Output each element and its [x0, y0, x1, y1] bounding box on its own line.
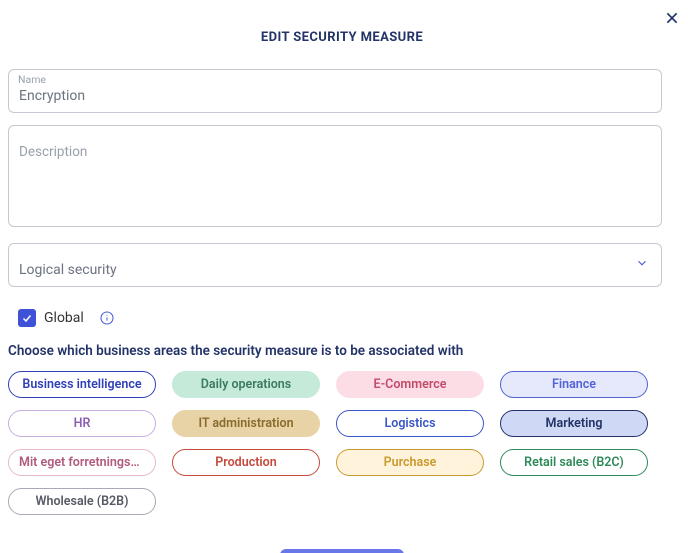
- chip-label: HR: [74, 416, 91, 431]
- save-button[interactable]: Save: [280, 549, 404, 553]
- chip-label: Mit eget forretningso...: [19, 455, 145, 470]
- business-area-chip[interactable]: Wholesale (B2B): [8, 488, 156, 515]
- business-area-chip[interactable]: Marketing: [500, 410, 648, 437]
- chip-label: Wholesale (B2B): [36, 494, 129, 509]
- name-input[interactable]: [8, 69, 662, 113]
- description-textarea[interactable]: [8, 125, 662, 227]
- choose-areas-label: Choose which business areas the security…: [8, 337, 676, 371]
- close-icon: [664, 10, 680, 30]
- business-area-chip[interactable]: Production: [172, 449, 320, 476]
- global-label: Global: [44, 310, 84, 326]
- business-area-chip[interactable]: Mit eget forretningso...: [8, 449, 156, 476]
- dialog-title: EDIT SECURITY MEASURE: [8, 0, 676, 69]
- chip-label: Business intelligence: [22, 377, 141, 392]
- business-area-chip[interactable]: Daily operations: [172, 371, 320, 398]
- chip-label: E-Commerce: [374, 377, 447, 392]
- global-checkbox[interactable]: [18, 309, 36, 327]
- check-icon: [21, 309, 33, 328]
- business-area-chip[interactable]: Purchase: [336, 449, 484, 476]
- type-select[interactable]: Logical security: [8, 243, 662, 287]
- chip-label: Retail sales (B2C): [524, 455, 624, 470]
- info-icon[interactable]: [98, 309, 116, 327]
- chip-label: Purchase: [384, 455, 437, 470]
- chip-label: Marketing: [546, 416, 603, 431]
- business-area-chip[interactable]: Retail sales (B2C): [500, 449, 648, 476]
- chip-label: IT administration: [198, 416, 293, 431]
- name-field-wrapper: Name: [8, 69, 676, 113]
- description-field-wrapper: [8, 125, 676, 231]
- business-area-chip[interactable]: E-Commerce: [336, 371, 484, 398]
- close-button[interactable]: [661, 9, 683, 31]
- chip-label: Daily operations: [201, 377, 291, 392]
- dialog-scroll[interactable]: EDIT SECURITY MEASURE Name Type Logical …: [0, 0, 684, 553]
- type-field-wrapper: Type Logical security: [8, 243, 676, 287]
- business-area-chips: Business intelligence Daily operations E-C…: [8, 371, 676, 515]
- business-area-chip[interactable]: Logistics: [336, 410, 484, 437]
- chip-label: Finance: [552, 377, 596, 392]
- business-area-chip[interactable]: HR: [8, 410, 156, 437]
- business-area-chip[interactable]: Business intelligence: [8, 371, 156, 398]
- type-select-value: Logical security: [19, 262, 117, 278]
- global-row: Global: [8, 299, 676, 337]
- business-area-chip[interactable]: Finance: [500, 371, 648, 398]
- chip-label: Production: [215, 455, 276, 470]
- chip-label: Logistics: [384, 416, 435, 431]
- business-area-chip[interactable]: IT administration: [172, 410, 320, 437]
- chevron-down-icon: [635, 256, 649, 274]
